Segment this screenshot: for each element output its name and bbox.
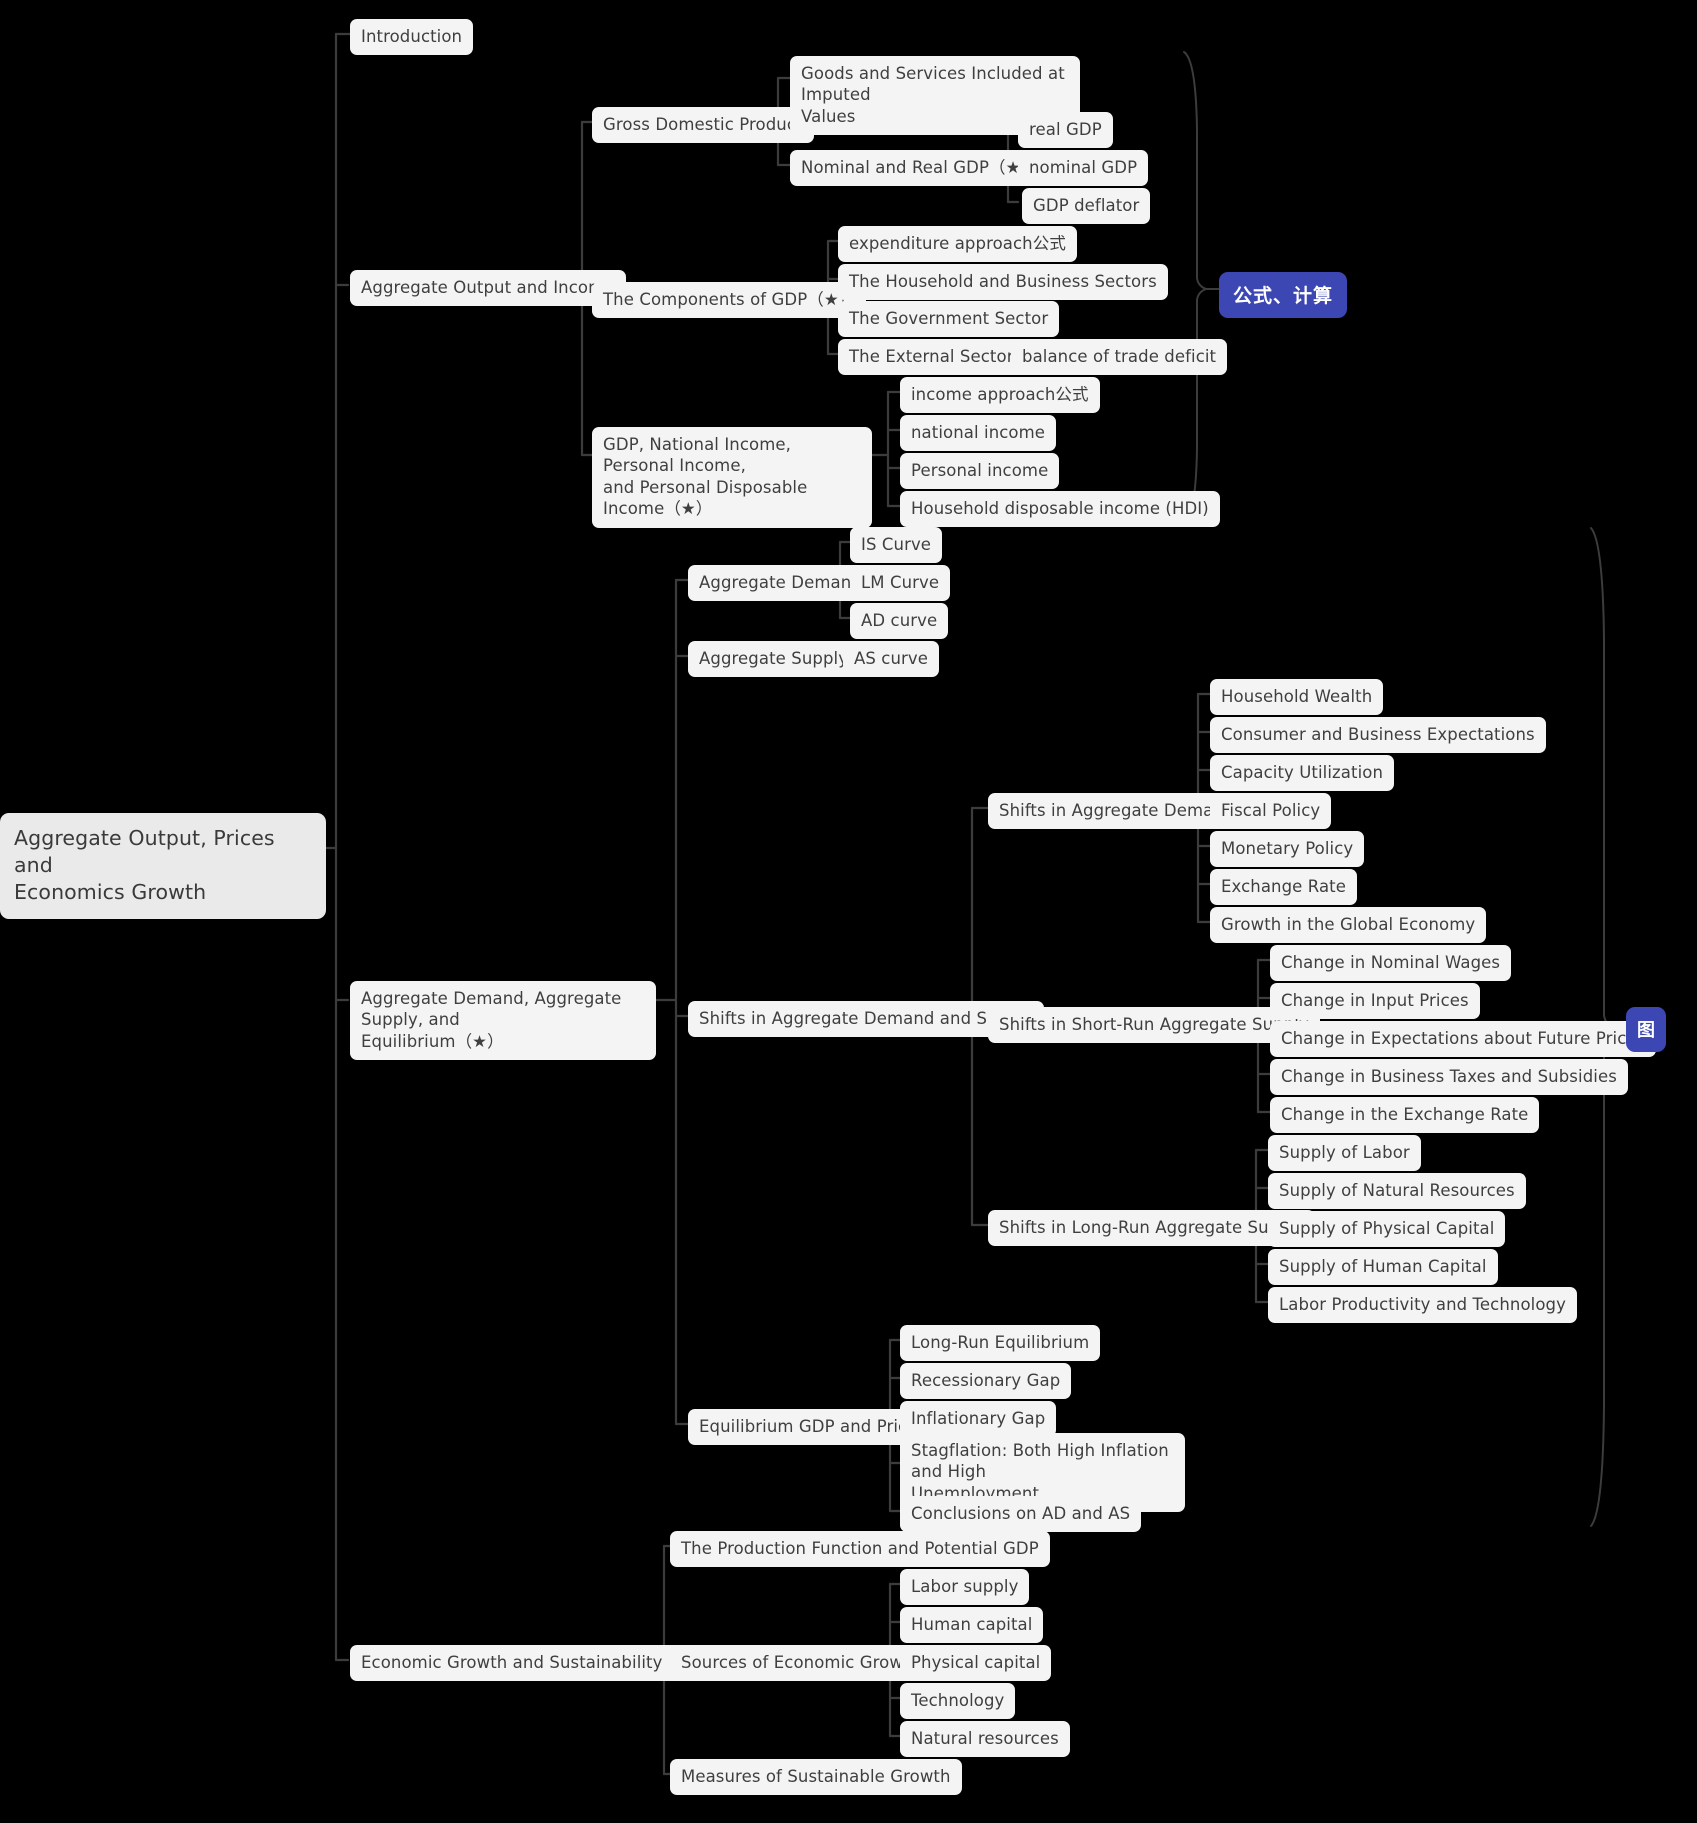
node-government-sector[interactable]: The Government Sector <box>838 301 1060 338</box>
node-introduction[interactable]: Introduction <box>350 19 474 56</box>
badge-figure[interactable]: 图 <box>1626 1007 1666 1052</box>
node-technology[interactable]: Technology <box>900 1683 1016 1720</box>
node-physical-capital[interactable]: Physical capital <box>900 1645 1052 1682</box>
node-gross-domestic-product[interactable]: Gross Domestic Product <box>592 107 814 144</box>
node-shifts-in-ad[interactable]: Shifts in Aggregate Demand <box>988 793 1246 830</box>
node-lm-curve[interactable]: LM Curve <box>850 565 951 602</box>
node-ad-as-equilibrium[interactable]: Aggregate Demand, Aggregate Supply, and … <box>350 981 656 1061</box>
node-recessionary-gap[interactable]: Recessionary Gap <box>900 1363 1072 1400</box>
node-conclusions-ad-as[interactable]: Conclusions on AD and AS <box>900 1496 1142 1533</box>
node-change-input-prices[interactable]: Change in Input Prices <box>1270 983 1480 1020</box>
mindmap-canvas: Aggregate Output, Prices and Economics G… <box>0 0 1697 1823</box>
node-capacity-utilization[interactable]: Capacity Utilization <box>1210 755 1395 792</box>
node-household-business-sectors[interactable]: The Household and Business Sectors <box>838 264 1168 301</box>
node-household-wealth[interactable]: Household Wealth <box>1210 679 1384 716</box>
node-real-gdp[interactable]: real GDP <box>1018 112 1113 149</box>
node-exchange-rate[interactable]: Exchange Rate <box>1210 869 1358 906</box>
node-gdp-deflator[interactable]: GDP deflator <box>1022 188 1151 225</box>
node-production-function-potential-gdp[interactable]: The Production Function and Potential GD… <box>670 1531 1050 1568</box>
node-change-exchange-rate[interactable]: Change in the Exchange Rate <box>1270 1097 1540 1134</box>
node-change-nominal-wages[interactable]: Change in Nominal Wages <box>1270 945 1512 982</box>
badge-formula-calculation[interactable]: 公式、计算 <box>1219 272 1348 318</box>
node-components-of-gdp[interactable]: The Components of GDP（★） <box>592 282 867 319</box>
root-node[interactable]: Aggregate Output, Prices and Economics G… <box>0 813 326 920</box>
node-national-income[interactable]: national income <box>900 415 1057 452</box>
node-personal-income[interactable]: Personal income <box>900 453 1060 490</box>
node-growth-global-economy[interactable]: Growth in the Global Economy <box>1210 907 1487 944</box>
node-expenditure-approach[interactable]: expenditure approach公式 <box>838 226 1077 263</box>
node-consumer-business-expectations[interactable]: Consumer and Business Expectations <box>1210 717 1546 754</box>
node-human-capital[interactable]: Human capital <box>900 1607 1044 1644</box>
node-supply-of-labor[interactable]: Supply of Labor <box>1268 1135 1421 1172</box>
node-income-approach[interactable]: income approach公式 <box>900 377 1100 414</box>
node-aggregate-demand[interactable]: Aggregate Demand <box>688 565 873 602</box>
node-labor-supply[interactable]: Labor supply <box>900 1569 1030 1606</box>
node-nominal-and-real-gdp[interactable]: Nominal and Real GDP（★） <box>790 150 1049 187</box>
node-balance-of-trade-deficit[interactable]: balance of trade deficit <box>1011 339 1228 376</box>
node-household-disposable-income[interactable]: Household disposable income (HDI) <box>900 491 1220 528</box>
node-supply-human-capital[interactable]: Supply of Human Capital <box>1268 1249 1498 1286</box>
node-fiscal-policy[interactable]: Fiscal Policy <box>1210 793 1332 830</box>
node-as-curve[interactable]: AS curve <box>843 641 940 678</box>
node-nominal-gdp[interactable]: nominal GDP <box>1018 150 1149 187</box>
node-supply-natural-resources[interactable]: Supply of Natural Resources <box>1268 1173 1526 1210</box>
node-aggregate-supply[interactable]: Aggregate Supply <box>688 641 860 678</box>
node-supply-physical-capital[interactable]: Supply of Physical Capital <box>1268 1211 1506 1248</box>
node-external-sector[interactable]: The External Sector <box>838 339 1025 376</box>
node-labor-productivity-technology[interactable]: Labor Productivity and Technology <box>1268 1287 1577 1324</box>
node-gdp-national-personal[interactable]: GDP, National Income, Personal Income, a… <box>592 427 872 528</box>
node-sources-of-economic-growth[interactable]: Sources of Economic Growth <box>670 1645 932 1682</box>
node-shifts-in-lras[interactable]: Shifts in Long-Run Aggregate Supply <box>988 1210 1316 1247</box>
node-economic-growth-sustainability[interactable]: Economic Growth and Sustainability（★） <box>350 1645 722 1682</box>
node-monetary-policy[interactable]: Monetary Policy <box>1210 831 1365 868</box>
node-aggregate-output-and-income[interactable]: Aggregate Output and Income <box>350 270 626 307</box>
node-inflationary-gap[interactable]: Inflationary Gap <box>900 1401 1057 1438</box>
node-measures-sustainable-growth[interactable]: Measures of Sustainable Growth <box>670 1759 962 1796</box>
node-is-curve[interactable]: IS Curve <box>850 527 943 564</box>
node-change-expectations-future-prices[interactable]: Change in Expectations about Future Pric… <box>1270 1021 1657 1058</box>
node-natural-resources[interactable]: Natural resources <box>900 1721 1070 1758</box>
node-ad-curve[interactable]: AD curve <box>850 603 949 640</box>
node-change-business-taxes[interactable]: Change in Business Taxes and Subsidies <box>1270 1059 1628 1096</box>
group-brace-formula <box>1183 51 1220 523</box>
node-long-run-equilibrium[interactable]: Long-Run Equilibrium <box>900 1325 1101 1362</box>
